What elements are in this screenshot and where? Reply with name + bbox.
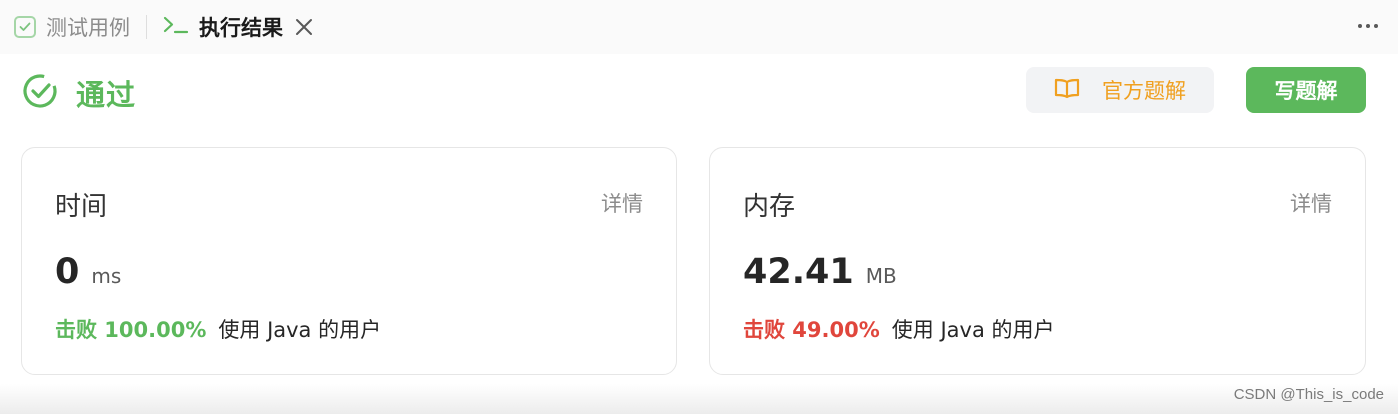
close-icon[interactable] — [295, 18, 313, 36]
memory-metric: 42.41 MB — [743, 252, 897, 292]
check-circle-icon — [22, 73, 58, 113]
time-card: 时间 详情 0 ms 击败 100.00% 使用 Java 的用户 — [21, 147, 677, 375]
book-icon — [1054, 77, 1080, 103]
more-horizontal-icon[interactable] — [1358, 16, 1378, 36]
tab-result-label: 执行结果 — [199, 16, 283, 40]
tab-result[interactable]: 执行结果 — [163, 0, 313, 54]
memory-title: 内存 — [743, 192, 796, 222]
memory-beat-text: 使用 Java 的用户 — [891, 318, 1055, 342]
status-row: 通过 — [22, 72, 136, 114]
time-metric: 0 ms — [55, 252, 121, 292]
time-title: 时间 — [55, 192, 108, 222]
time-details-link[interactable]: 详情 — [601, 188, 643, 218]
result-panel: 测试用例 执行结果 通过 官方题解 写题解 时间 详情 0 ms 击败 100.… — [0, 0, 1398, 414]
memory-details-link[interactable]: 详情 — [1290, 188, 1332, 218]
time-value: 0 — [55, 252, 80, 292]
time-beat-text: 使用 Java 的用户 — [218, 318, 382, 342]
tab-bar: 测试用例 执行结果 — [0, 0, 1398, 54]
checkbox-icon — [14, 16, 36, 38]
memory-card: 内存 详情 42.41 MB 击败 49.00% 使用 Java 的用户 — [709, 147, 1366, 375]
time-beat: 击败 100.00% 使用 Java 的用户 — [55, 314, 381, 344]
official-solution-button[interactable]: 官方题解 — [1026, 67, 1214, 113]
memory-value: 42.41 — [743, 252, 854, 292]
tab-testcase-label: 测试用例 — [46, 16, 130, 40]
memory-unit: MB — [865, 264, 897, 288]
memory-beat-percent: 击败 49.00% — [743, 318, 880, 342]
time-beat-percent: 击败 100.00% — [55, 318, 207, 342]
terminal-icon — [163, 15, 189, 39]
status-text: 通过 — [76, 78, 137, 112]
tab-divider — [146, 15, 147, 39]
write-solution-button[interactable]: 写题解 — [1246, 67, 1366, 113]
tab-testcase[interactable]: 测试用例 — [14, 0, 130, 54]
time-unit: ms — [91, 264, 122, 288]
memory-beat: 击败 49.00% 使用 Java 的用户 — [743, 314, 1055, 344]
bottom-fade — [0, 384, 1398, 414]
watermark: CSDN @This_is_code — [1233, 386, 1384, 403]
official-solution-label: 官方题解 — [1102, 79, 1186, 103]
